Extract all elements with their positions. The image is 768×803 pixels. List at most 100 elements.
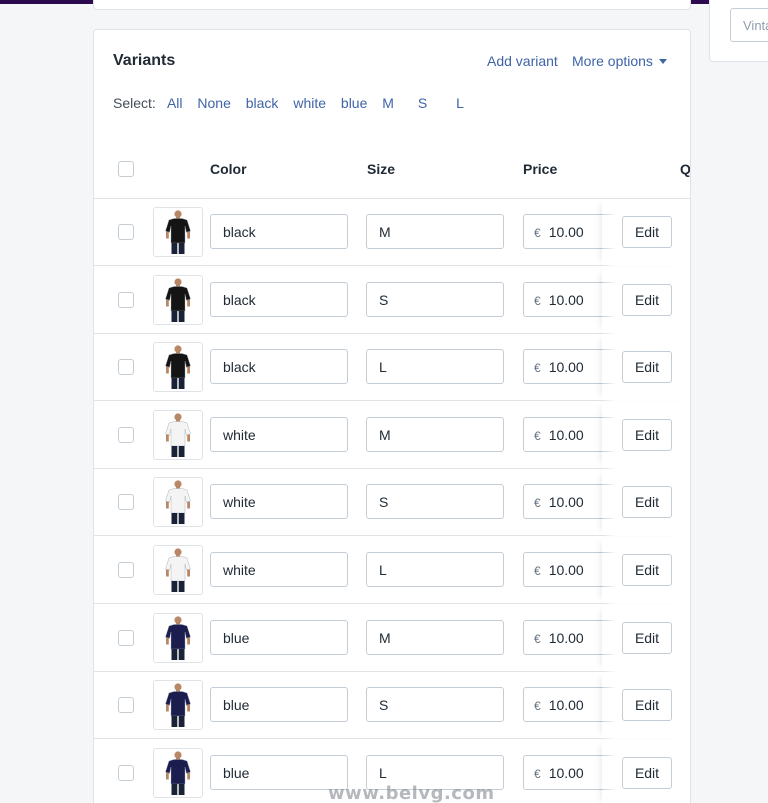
size-input[interactable]: L — [366, 349, 504, 385]
variant-checkbox[interactable] — [118, 629, 134, 646]
tshirt-model-image — [165, 345, 191, 390]
currency-symbol: € — [534, 293, 541, 308]
tshirt-model-image — [165, 683, 191, 728]
size-input[interactable]: S — [366, 281, 504, 317]
variant-row: black S €10.00 Edit — [94, 266, 690, 334]
price-value: 10.00 — [548, 764, 584, 781]
size-input[interactable]: S — [366, 484, 504, 520]
currency-symbol: € — [534, 226, 541, 240]
size-input[interactable]: M — [366, 619, 504, 655]
edit-variant-button[interactable]: Edit — [622, 216, 672, 248]
select-s-link[interactable]: S — [418, 95, 427, 111]
currency-symbol: € — [534, 361, 541, 376]
edit-variant-button[interactable]: Edit — [622, 689, 672, 722]
color-input[interactable]: black — [210, 214, 348, 249]
edit-variant-button[interactable]: Edit — [622, 486, 672, 519]
color-input[interactable]: white — [210, 416, 348, 452]
currency-symbol: € — [534, 699, 541, 714]
variant-row: white L €10.00 Edit — [94, 537, 690, 604]
select-l-link[interactable]: L — [456, 95, 464, 111]
select-all-link[interactable]: All — [167, 95, 183, 111]
price-value: 10.00 — [548, 224, 584, 240]
currency-symbol: € — [534, 766, 541, 781]
variant-row: blue S €10.00 Edit — [94, 672, 690, 740]
variant-checkbox[interactable] — [118, 494, 134, 511]
variant-checkbox[interactable] — [118, 291, 134, 308]
edit-variant-button[interactable]: Edit — [622, 418, 672, 451]
tshirt-model-image — [165, 277, 191, 322]
variant-thumbnail[interactable] — [153, 274, 203, 325]
side-card: Vintage — [709, 0, 768, 62]
price-value: 10.00 — [548, 629, 584, 646]
size-input[interactable]: M — [366, 214, 504, 249]
tshirt-model-image — [165, 480, 191, 525]
variant-row: black L €10.00 Edit — [94, 334, 690, 402]
currency-symbol: € — [534, 496, 541, 511]
color-input[interactable]: white — [210, 484, 348, 520]
variants-card: Variants Add variant More options Select… — [93, 29, 691, 803]
variant-checkbox[interactable] — [118, 426, 134, 443]
tshirt-model-image — [165, 548, 191, 592]
tshirt-model-image — [165, 751, 191, 795]
size-input[interactable]: M — [366, 416, 504, 452]
variant-row: white S €10.00 Edit — [94, 469, 690, 537]
variant-row: black M €10.00 Edit — [94, 199, 690, 266]
variant-checkbox[interactable] — [118, 224, 134, 240]
price-value: 10.00 — [548, 697, 584, 714]
variant-thumbnail[interactable] — [153, 680, 203, 731]
caret-down-icon — [658, 59, 667, 64]
select-bar: Select: All None black white blue M S L — [113, 95, 475, 111]
tshirt-model-image — [165, 615, 191, 660]
edit-variant-button[interactable]: Edit — [622, 554, 672, 586]
price-value: 10.00 — [548, 562, 584, 578]
variant-checkbox[interactable] — [118, 764, 134, 781]
variant-thumbnail[interactable] — [153, 342, 203, 393]
variant-thumbnail[interactable] — [153, 545, 203, 595]
variant-thumbnail[interactable] — [153, 612, 203, 663]
edit-variant-button[interactable]: Edit — [622, 351, 672, 384]
select-white-link[interactable]: white — [293, 95, 326, 111]
edit-variant-button[interactable]: Edit — [622, 756, 672, 789]
more-options-label: More options — [572, 53, 653, 69]
variant-thumbnail[interactable] — [153, 207, 203, 257]
select-all-checkbox[interactable] — [118, 161, 134, 177]
color-input[interactable]: black — [210, 349, 348, 385]
select-m-link[interactable]: M — [382, 95, 394, 111]
color-input[interactable]: black — [210, 281, 348, 317]
previous-card — [93, 0, 691, 10]
currency-symbol: € — [534, 631, 541, 646]
quantity-column-header: Q — [680, 161, 691, 177]
select-blue-link[interactable]: blue — [341, 95, 367, 111]
variant-thumbnail[interactable] — [153, 747, 203, 798]
variant-checkbox[interactable] — [118, 562, 134, 578]
select-black-link[interactable]: black — [246, 95, 279, 111]
currency-symbol: € — [534, 428, 541, 443]
currency-symbol: € — [534, 564, 541, 578]
select-none-link[interactable]: None — [197, 95, 230, 111]
size-input[interactable]: S — [366, 687, 504, 723]
edit-variant-button[interactable]: Edit — [622, 283, 672, 316]
tshirt-model-image — [165, 210, 191, 254]
watermark: www.belvg.com — [328, 783, 495, 803]
price-value: 10.00 — [548, 426, 584, 443]
variant-checkbox[interactable] — [118, 359, 134, 376]
vendor-input[interactable]: Vintage — [730, 8, 768, 42]
variant-thumbnail[interactable] — [153, 409, 203, 460]
add-variant-link[interactable]: Add variant — [487, 53, 558, 69]
price-value: 10.00 — [548, 359, 584, 376]
edit-variant-button[interactable]: Edit — [622, 621, 672, 654]
variant-thumbnail[interactable] — [153, 477, 203, 528]
variant-row: blue M €10.00 Edit — [94, 604, 690, 672]
tshirt-model-image — [165, 413, 191, 457]
more-options-link[interactable]: More options — [572, 53, 667, 69]
price-column-header: Price — [523, 161, 558, 177]
variant-row: white M €10.00 Edit — [94, 401, 690, 469]
size-input[interactable]: L — [366, 552, 504, 587]
color-input[interactable]: white — [210, 552, 348, 587]
select-label: Select: — [113, 95, 156, 111]
color-input[interactable]: blue — [210, 619, 348, 655]
card-title: Variants — [113, 52, 176, 69]
color-input[interactable]: blue — [210, 687, 348, 723]
price-value: 10.00 — [548, 494, 584, 511]
variant-checkbox[interactable] — [118, 697, 134, 714]
